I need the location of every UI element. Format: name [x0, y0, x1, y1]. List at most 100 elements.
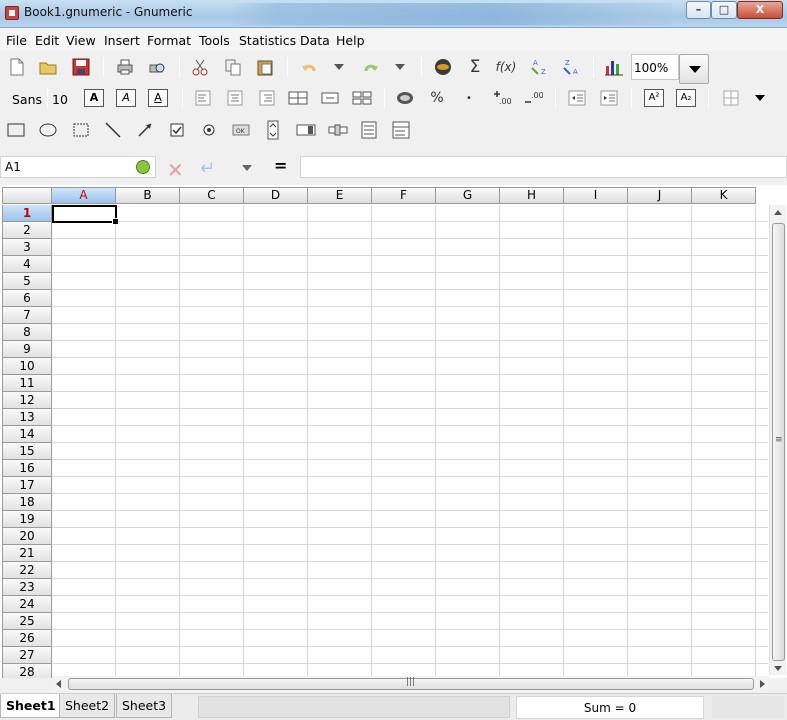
formula-input[interactable]: [300, 156, 787, 178]
row-header[interactable]: 19: [2, 511, 52, 528]
row-header[interactable]: 8: [2, 324, 52, 341]
undo-icon[interactable]: [298, 56, 320, 78]
row-header[interactable]: 20: [2, 528, 52, 545]
scroll-up-icon[interactable]: [774, 210, 782, 215]
ellipse-tool-icon[interactable]: [37, 119, 59, 141]
sheet-tab-2[interactable]: Sheet2: [59, 694, 116, 718]
row-header[interactable]: 13: [2, 409, 52, 426]
row-header[interactable]: 10: [2, 358, 52, 375]
row-header[interactable]: 4: [2, 256, 52, 273]
cell-reference-box[interactable]: A1: [0, 156, 156, 178]
column-header[interactable]: J: [628, 187, 692, 204]
minimize-button[interactable]: –: [686, 1, 711, 19]
spin-button-tool-icon[interactable]: [262, 119, 284, 141]
cell-area[interactable]: [52, 205, 768, 678]
menu-help[interactable]: Help: [336, 33, 365, 48]
maximize-button[interactable]: □: [711, 1, 737, 19]
menu-statistics[interactable]: Statistics: [239, 33, 296, 48]
column-header[interactable]: H: [500, 187, 564, 204]
function-icon[interactable]: f(x): [495, 56, 517, 78]
row-header[interactable]: 12: [2, 392, 52, 409]
align-left-icon[interactable]: [192, 87, 214, 109]
column-header[interactable]: B: [116, 187, 180, 204]
copy-icon[interactable]: [222, 56, 244, 78]
radio-button-tool-icon[interactable]: [198, 119, 220, 141]
row-header[interactable]: 24: [2, 596, 52, 613]
scroll-down-icon[interactable]: [774, 666, 782, 671]
sheet-tab-1[interactable]: Sheet1: [0, 694, 62, 718]
row-header[interactable]: 14: [2, 426, 52, 443]
select-all-corner[interactable]: [2, 187, 52, 204]
hyperlink-globe-icon[interactable]: [432, 56, 454, 78]
list-tool-icon[interactable]: [358, 119, 380, 141]
split-cells-icon[interactable]: [351, 87, 373, 109]
row-header[interactable]: 22: [2, 562, 52, 579]
column-header[interactable]: F: [372, 187, 436, 204]
font-name-selector[interactable]: Sans: [12, 92, 42, 107]
sum-icon[interactable]: Σ: [464, 56, 486, 78]
function-dropdown-icon[interactable]: [242, 165, 252, 171]
row-header[interactable]: 2: [2, 222, 52, 239]
column-header[interactable]: G: [436, 187, 500, 204]
increase-indent-icon[interactable]: [598, 87, 620, 109]
row-header[interactable]: 7: [2, 307, 52, 324]
resize-grip[interactable]: [712, 696, 784, 718]
print-icon[interactable]: [114, 56, 136, 78]
row-header[interactable]: 17: [2, 477, 52, 494]
row-header[interactable]: 21: [2, 545, 52, 562]
row-header[interactable]: 26: [2, 630, 52, 647]
paste-icon[interactable]: [254, 56, 276, 78]
checkbox-tool-icon[interactable]: [166, 119, 188, 141]
borders-icon[interactable]: [720, 87, 742, 109]
horizontal-scrollbar[interactable]: |||: [52, 676, 769, 692]
row-header[interactable]: 15: [2, 443, 52, 460]
row-header[interactable]: 9: [2, 341, 52, 358]
open-folder-icon[interactable]: [37, 56, 59, 78]
align-center-icon[interactable]: [224, 87, 246, 109]
thousands-separator-icon[interactable]: •: [458, 87, 480, 109]
row-header[interactable]: 6: [2, 290, 52, 307]
percent-format-icon[interactable]: %: [426, 87, 448, 109]
enter-formula-button[interactable]: =: [274, 156, 287, 175]
redo-icon[interactable]: [360, 56, 382, 78]
decrease-decimals-icon[interactable]: .00: [522, 87, 544, 109]
menu-edit[interactable]: Edit: [35, 33, 59, 48]
print-preview-icon[interactable]: [146, 56, 168, 78]
row-header[interactable]: 16: [2, 460, 52, 477]
row-header[interactable]: 3: [2, 239, 52, 256]
currency-format-icon[interactable]: [394, 87, 416, 109]
menu-format[interactable]: Format: [147, 33, 191, 48]
save-icon[interactable]: [70, 56, 92, 78]
combo-tool-icon[interactable]: [390, 119, 412, 141]
cut-icon[interactable]: [189, 56, 211, 78]
increase-decimals-icon[interactable]: .00: [491, 87, 513, 109]
active-cell-cursor[interactable]: [52, 205, 119, 225]
column-header[interactable]: A: [52, 187, 116, 204]
column-header[interactable]: E: [308, 187, 372, 204]
row-header[interactable]: 25: [2, 613, 52, 630]
subscript-button[interactable]: A₂: [676, 89, 696, 107]
italic-button[interactable]: A: [116, 89, 136, 107]
new-document-icon[interactable]: [6, 56, 28, 78]
zoom-input[interactable]: 100%: [631, 54, 679, 80]
row-header[interactable]: 27: [2, 647, 52, 664]
menu-view[interactable]: View: [66, 33, 96, 48]
slider-tool-icon[interactable]: [327, 119, 349, 141]
line-tool-icon[interactable]: [102, 119, 124, 141]
redo-dropdown-icon[interactable]: [389, 56, 411, 78]
column-header[interactable]: K: [692, 187, 756, 204]
merge-cells-icon[interactable]: [287, 87, 309, 109]
align-right-icon[interactable]: [256, 87, 278, 109]
menu-file[interactable]: File: [6, 33, 27, 48]
row-header[interactable]: 28: [2, 664, 52, 678]
column-header[interactable]: D: [244, 187, 308, 204]
scrollbar-tool-icon[interactable]: [295, 119, 317, 141]
zoom-dropdown-button[interactable]: [679, 54, 709, 84]
borders-dropdown-icon[interactable]: [749, 87, 771, 109]
column-header[interactable]: I: [564, 187, 628, 204]
decrease-indent-icon[interactable]: [566, 87, 588, 109]
sort-descending-icon[interactable]: ZA: [560, 56, 582, 78]
menu-insert[interactable]: Insert: [104, 33, 140, 48]
chart-icon[interactable]: [603, 56, 625, 78]
row-header[interactable]: 1: [2, 205, 52, 222]
